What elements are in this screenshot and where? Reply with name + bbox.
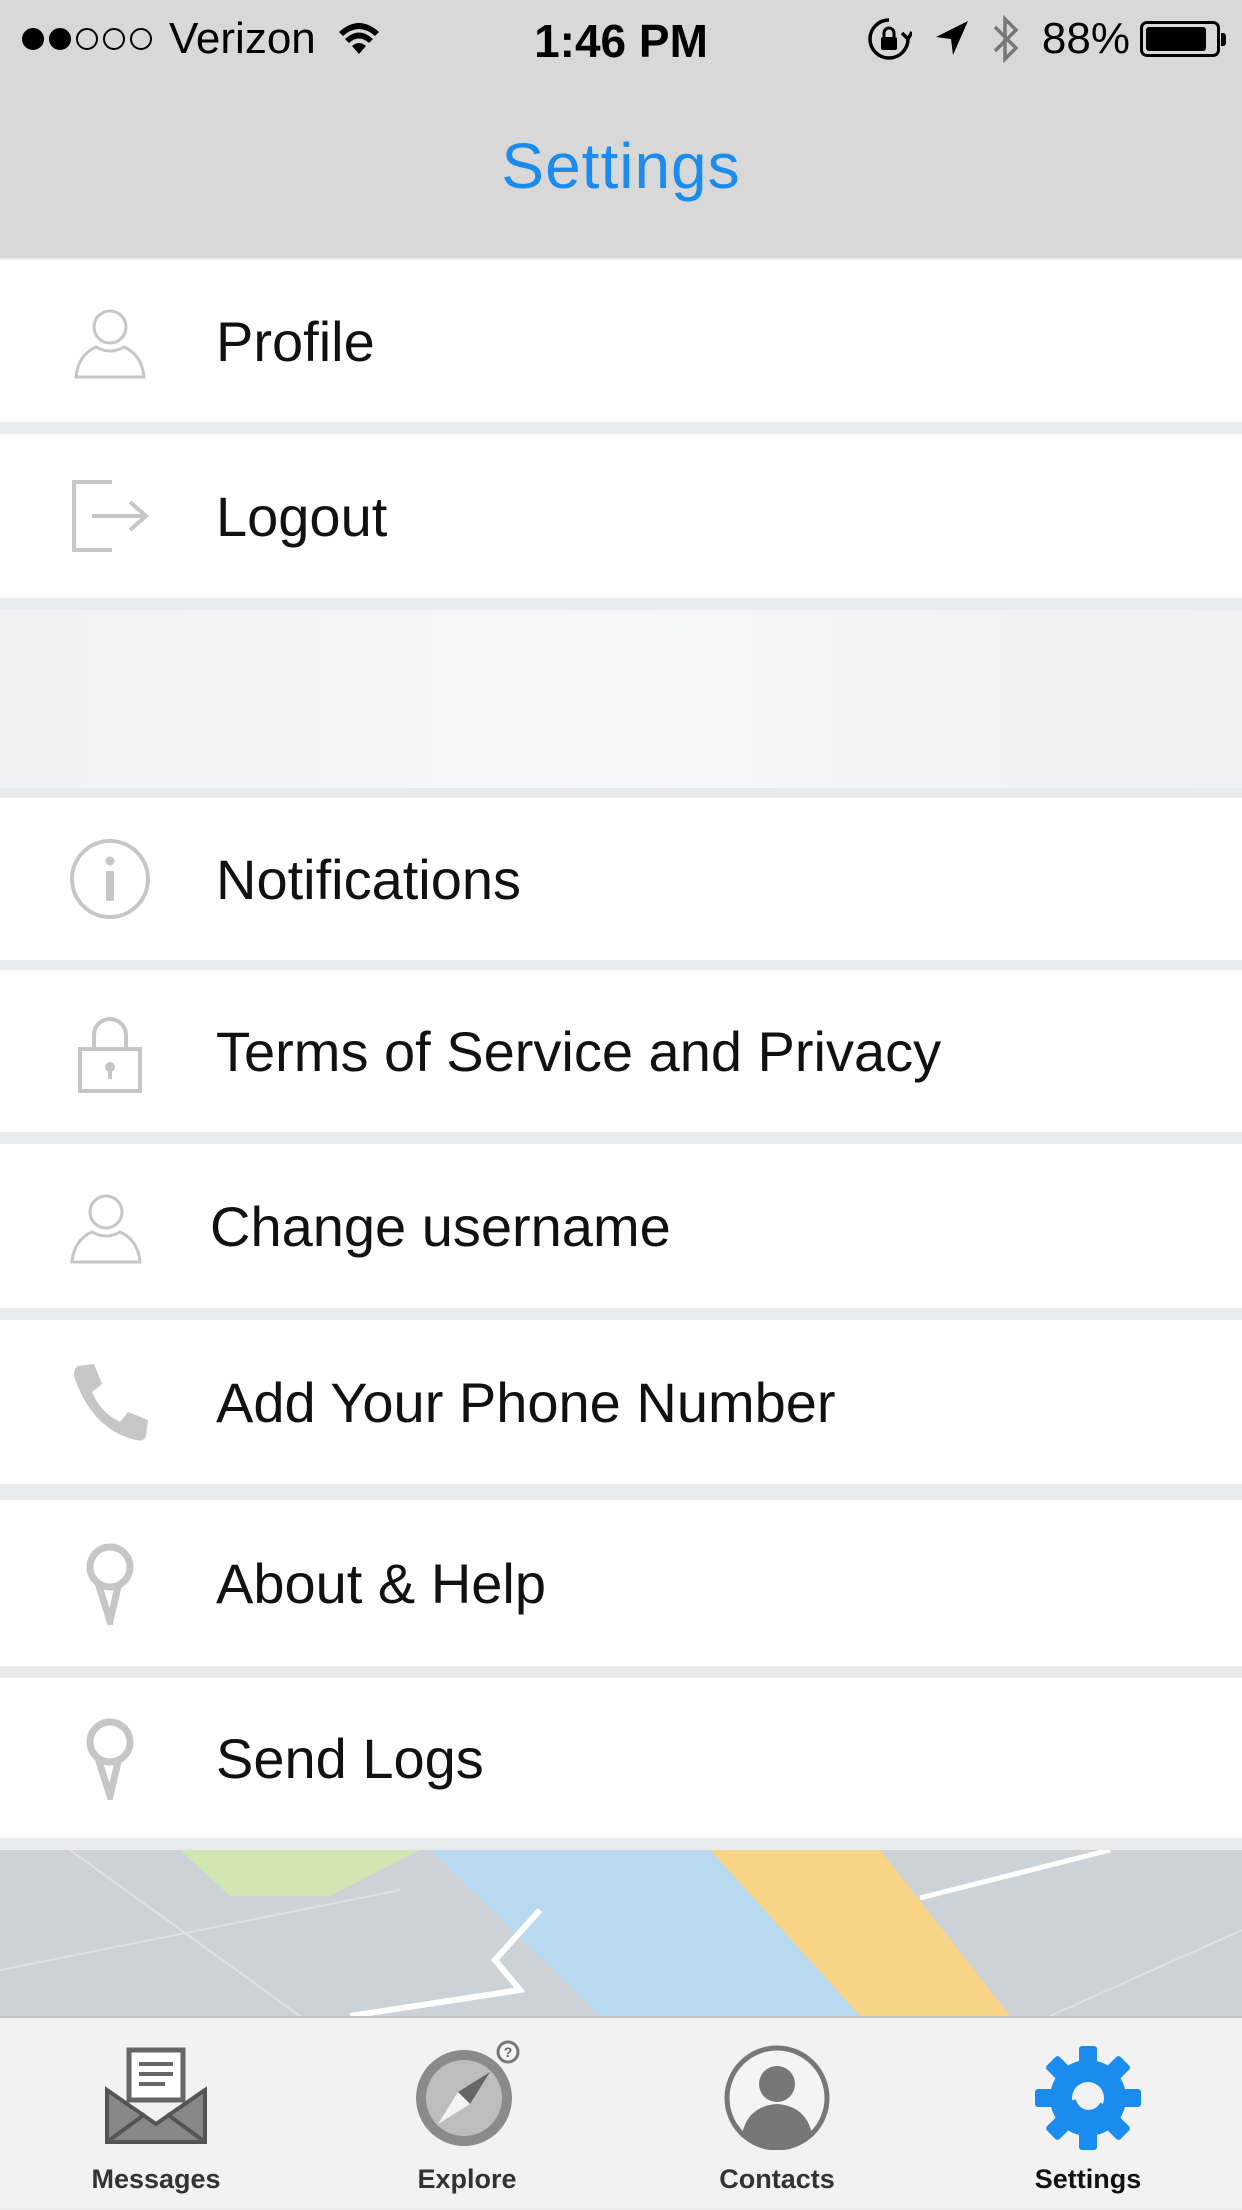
pin-icon [68, 1541, 152, 1625]
tab-label: Contacts [719, 2164, 835, 2194]
tab-label: Explore [417, 2164, 517, 2194]
menu-item-label: Add Your Phone Number [216, 1370, 836, 1434]
battery-icon [1140, 21, 1226, 57]
phone-icon [68, 1360, 152, 1444]
tab-settings[interactable]: Settings [988, 2018, 1188, 2210]
menu-item-send-logs[interactable]: Send Logs [0, 1678, 1242, 1838]
menu-item-about-help[interactable]: About & Help [0, 1500, 1242, 1666]
menu-item-notifications[interactable]: Notifications [0, 798, 1242, 960]
tab-contacts[interactable]: Contacts [677, 2018, 877, 2210]
section-spacer [0, 610, 1242, 788]
gear-icon [1035, 2046, 1141, 2150]
menu-item-terms[interactable]: Terms of Service and Privacy [0, 970, 1242, 1132]
menu-item-label: Logout [216, 484, 388, 548]
bluetooth-icon [993, 14, 1019, 64]
battery-percent: 88% [1041, 14, 1130, 63]
status-right: 88% [844, 14, 1226, 64]
menu-item-change-username[interactable]: Change username [0, 1144, 1242, 1308]
menu-item-label: Send Logs [216, 1726, 484, 1790]
menu-item-label: Terms of Service and Privacy [216, 1019, 942, 1083]
tab-label: Messages [91, 2164, 221, 2194]
person-outline-icon [68, 299, 152, 383]
nav-bar: Settings [0, 82, 1242, 258]
tab-bar: Messages ? Explore Contacts Settings [0, 2016, 1242, 2208]
menu-item-profile[interactable]: Profile [0, 260, 1242, 422]
compass-icon: ? [416, 2040, 520, 2146]
logout-icon [68, 474, 152, 558]
svg-text:?: ? [504, 2044, 513, 2060]
tab-explore[interactable]: ? Explore [367, 2018, 567, 2210]
pin-icon [68, 1716, 152, 1800]
tab-messages[interactable]: Messages [56, 2018, 256, 2210]
rotation-lock-icon [868, 18, 912, 60]
contact-avatar-icon [724, 2045, 830, 2150]
menu-item-label: About & Help [216, 1551, 546, 1615]
menu-item-label: Profile [216, 309, 375, 373]
menu-item-logout[interactable]: Logout [0, 434, 1242, 598]
tab-label: Settings [1034, 2164, 1142, 2194]
menu-item-label: Change username [210, 1194, 671, 1258]
location-arrow-icon [935, 21, 968, 55]
info-icon [68, 837, 152, 921]
envelope-icon [105, 2047, 207, 2144]
menu-item-label: Notifications [216, 847, 522, 911]
page-title: Settings [501, 130, 741, 202]
person-outline-icon [64, 1184, 148, 1268]
status-bar: Verizon 1:46 PM 88% [0, 0, 1242, 82]
lock-icon [68, 1009, 152, 1093]
menu-item-add-phone[interactable]: Add Your Phone Number [0, 1320, 1242, 1484]
map-background [0, 1850, 1242, 2016]
